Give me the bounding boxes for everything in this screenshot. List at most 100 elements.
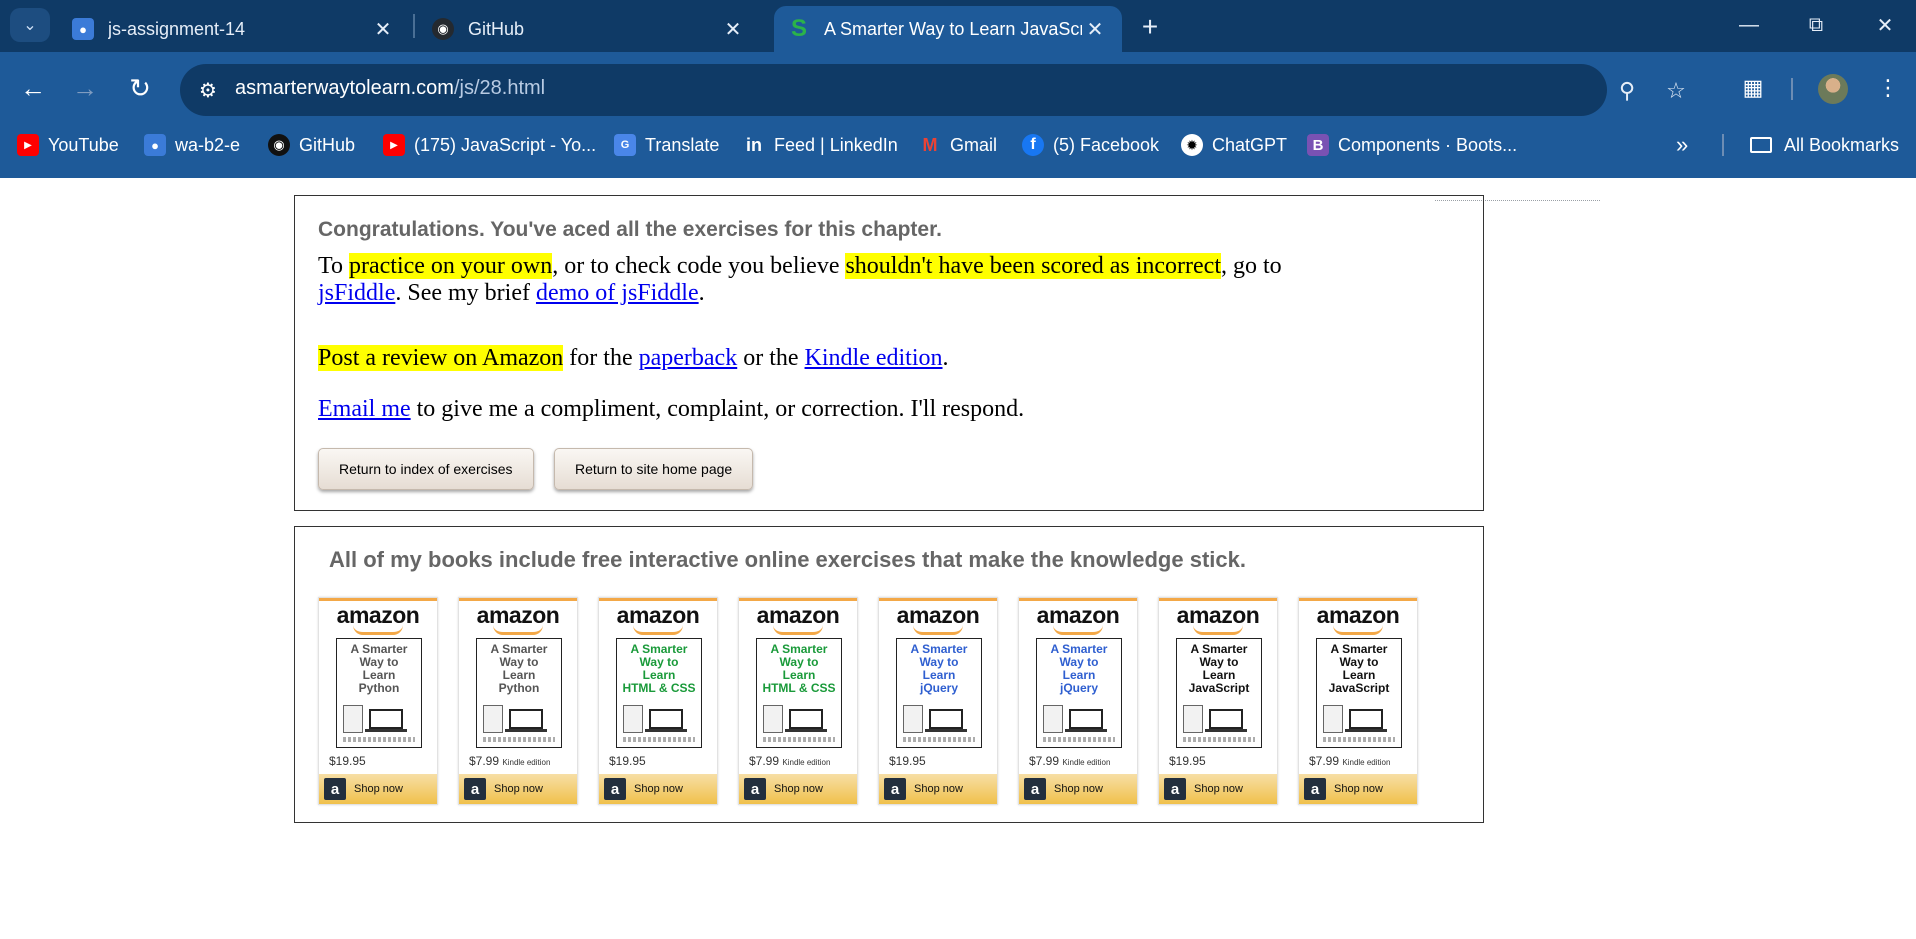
- bookmark-label: Feed | LinkedIn: [774, 134, 898, 155]
- restore-button[interactable]: ⧉: [1791, 6, 1841, 44]
- amazon-a-icon: a: [1304, 778, 1326, 800]
- book-cover[interactable]: A Smarter Way to Learn JavaScript: [1176, 638, 1262, 748]
- email-me-link[interactable]: Email me: [318, 396, 411, 422]
- bookmark-github[interactable]: ◉ GitHub: [268, 126, 355, 164]
- book-cover[interactable]: A Smarter Way to Learn HTML & CSS: [616, 638, 702, 748]
- book-card[interactable]: amazon A Smarter Way to Learn Python $19.95 a…: [318, 597, 438, 805]
- return-index-button[interactable]: Return to index of exercises: [318, 448, 534, 490]
- shop-now-label: Shop now: [1334, 783, 1383, 795]
- github-icon: ◉: [432, 18, 454, 40]
- cover-fine-print: [1043, 737, 1115, 742]
- tab-search-button[interactable]: ⌄: [10, 8, 50, 42]
- bookmarks-divider: [1722, 134, 1724, 156]
- arrow-right-icon: →: [72, 72, 98, 103]
- address-bar[interactable]: ⚙ asmarterwaytolearn.com/js/28.html ⚲ ☆: [180, 64, 1686, 116]
- book-card[interactable]: amazon A Smarter Way to Learn jQuery $19.95 a…: [878, 597, 998, 805]
- bookmark-wa-b2-e[interactable]: ● wa-b2-e: [144, 126, 240, 164]
- tab-smarter-way[interactable]: S A Smarter Way to Learn JavaScr ✕: [774, 6, 1122, 52]
- profile-avatar[interactable]: [1818, 74, 1848, 104]
- price-value: $19.95: [889, 754, 926, 768]
- back-button[interactable]: ←: [13, 68, 53, 108]
- book-price: $7.99 Kindle edition: [1029, 754, 1110, 768]
- bookmark-facebook[interactable]: f (5) Facebook: [1022, 126, 1159, 164]
- bookmark-chatgpt[interactable]: ✹ ChatGPT: [1181, 126, 1287, 164]
- shop-now-button[interactable]: a Shop now: [1299, 774, 1417, 804]
- site-settings-icon[interactable]: ⚙: [194, 76, 222, 104]
- zoom-icon[interactable]: ⚲: [1612, 76, 1642, 106]
- menu-kebab-icon[interactable]: ⋮: [1870, 70, 1906, 106]
- card-accent: [879, 598, 997, 601]
- shop-now-button[interactable]: a Shop now: [599, 774, 717, 804]
- bookmark-gmail[interactable]: M Gmail: [919, 126, 998, 164]
- more-bookmarks-icon[interactable]: »: [1676, 126, 1688, 164]
- cover-fine-print: [483, 737, 555, 742]
- congrats-heading: Congratulations. You've aced all the exe…: [318, 218, 942, 241]
- url-text[interactable]: asmarterwaytolearn.com/js/28.html: [235, 77, 545, 100]
- bookmark-linkedin[interactable]: in Feed | LinkedIn: [743, 126, 898, 164]
- new-tab-button[interactable]: +: [1133, 10, 1167, 44]
- cover-fine-print: [343, 737, 415, 742]
- all-bookmarks-button[interactable]: All Bookmarks: [1750, 126, 1899, 164]
- gmail-icon: M: [922, 134, 938, 155]
- close-window-button[interactable]: ✕: [1860, 6, 1910, 44]
- email-paragraph: Email me to give me a compliment, compla…: [318, 396, 1024, 423]
- cover-line: Python: [358, 681, 400, 695]
- card-accent: [1019, 598, 1137, 601]
- shop-now-button[interactable]: a Shop now: [1159, 774, 1277, 804]
- bookmark-star-icon[interactable]: ☆: [1661, 76, 1691, 106]
- tab-js-assignment[interactable]: ● js-assignment-14 ✕: [58, 6, 410, 52]
- price-edition: Kindle edition: [782, 758, 831, 767]
- return-home-button[interactable]: Return to site home page: [554, 448, 754, 490]
- chatgpt-icon: ✹: [1181, 134, 1203, 156]
- book-card[interactable]: amazon A Smarter Way to Learn JavaScript $7.9…: [1298, 597, 1418, 805]
- book-card[interactable]: amazon A Smarter Way to Learn Python $7.99 Ki…: [458, 597, 578, 805]
- paperback-link[interactable]: paperback: [639, 345, 738, 371]
- shop-now-button[interactable]: a Shop now: [459, 774, 577, 804]
- kindle-edition-link[interactable]: Kindle edition: [805, 345, 943, 371]
- bookmark-javascript-youtube[interactable]: ▶ (175) JavaScript - Yo...: [383, 126, 596, 164]
- forward-button[interactable]: →: [65, 68, 105, 108]
- book-card[interactable]: amazon A Smarter Way to Learn jQuery $7.99 Ki…: [1018, 597, 1138, 805]
- book-cover-title: A Smarter Way to Learn jQuery: [897, 643, 981, 695]
- laptop-illustration: [509, 709, 543, 729]
- shop-now-button[interactable]: a Shop now: [879, 774, 997, 804]
- close-icon[interactable]: ✕: [370, 16, 396, 42]
- text: or the: [737, 345, 805, 371]
- minimize-button[interactable]: —: [1724, 6, 1774, 44]
- amazon-smile-icon: [1193, 625, 1243, 635]
- highlight-scored-incorrect: shouldn't have been scored as incorrect: [845, 253, 1221, 279]
- book-cover[interactable]: A Smarter Way to Learn Python: [336, 638, 422, 748]
- book-card[interactable]: amazon A Smarter Way to Learn HTML & CSS $19.…: [598, 597, 718, 805]
- book-cover[interactable]: A Smarter Way to Learn Python: [476, 638, 562, 748]
- bookmark-translate[interactable]: G Translate: [614, 126, 719, 164]
- book-page-illustration: [623, 705, 643, 733]
- extensions-icon[interactable]: ▦: [1735, 70, 1771, 106]
- book-cover[interactable]: A Smarter Way to Learn jQuery: [1036, 638, 1122, 748]
- laptop-base: [1345, 729, 1387, 732]
- card-accent: [1159, 598, 1277, 601]
- book-cover[interactable]: A Smarter Way to Learn HTML & CSS: [756, 638, 842, 748]
- book-cover[interactable]: A Smarter Way to Learn jQuery: [896, 638, 982, 748]
- reload-button[interactable]: ↻: [120, 68, 160, 108]
- jsfiddle-link[interactable]: jsFiddle: [318, 280, 395, 306]
- close-icon[interactable]: ✕: [1082, 16, 1108, 42]
- shop-now-button[interactable]: a Shop now: [319, 774, 437, 804]
- shop-now-button[interactable]: a Shop now: [739, 774, 857, 804]
- cover-fine-print: [623, 737, 695, 742]
- restore-icon: ⧉: [1808, 13, 1824, 36]
- cover-fine-print: [763, 737, 835, 742]
- text: , or to check code you believe: [552, 253, 846, 279]
- laptop-illustration: [369, 709, 403, 729]
- close-icon[interactable]: ✕: [720, 16, 746, 42]
- bookmark-bootstrap[interactable]: B Components · Boots...: [1307, 126, 1517, 164]
- books-heading: All of my books include free interactive…: [329, 547, 1246, 572]
- tab-github[interactable]: ◉ GitHub ✕: [418, 6, 760, 52]
- bookmark-youtube[interactable]: ▶ YouTube: [17, 126, 119, 164]
- book-card[interactable]: amazon A Smarter Way to Learn JavaScript $19.…: [1158, 597, 1278, 805]
- book-page-illustration: [1183, 705, 1203, 733]
- jsfiddle-demo-link[interactable]: demo of jsFiddle: [536, 280, 699, 306]
- shop-now-button[interactable]: a Shop now: [1019, 774, 1137, 804]
- all-bookmarks-label: All Bookmarks: [1784, 134, 1900, 155]
- book-card[interactable]: amazon A Smarter Way to Learn HTML & CSS $7.9…: [738, 597, 858, 805]
- book-cover[interactable]: A Smarter Way to Learn JavaScript: [1316, 638, 1402, 748]
